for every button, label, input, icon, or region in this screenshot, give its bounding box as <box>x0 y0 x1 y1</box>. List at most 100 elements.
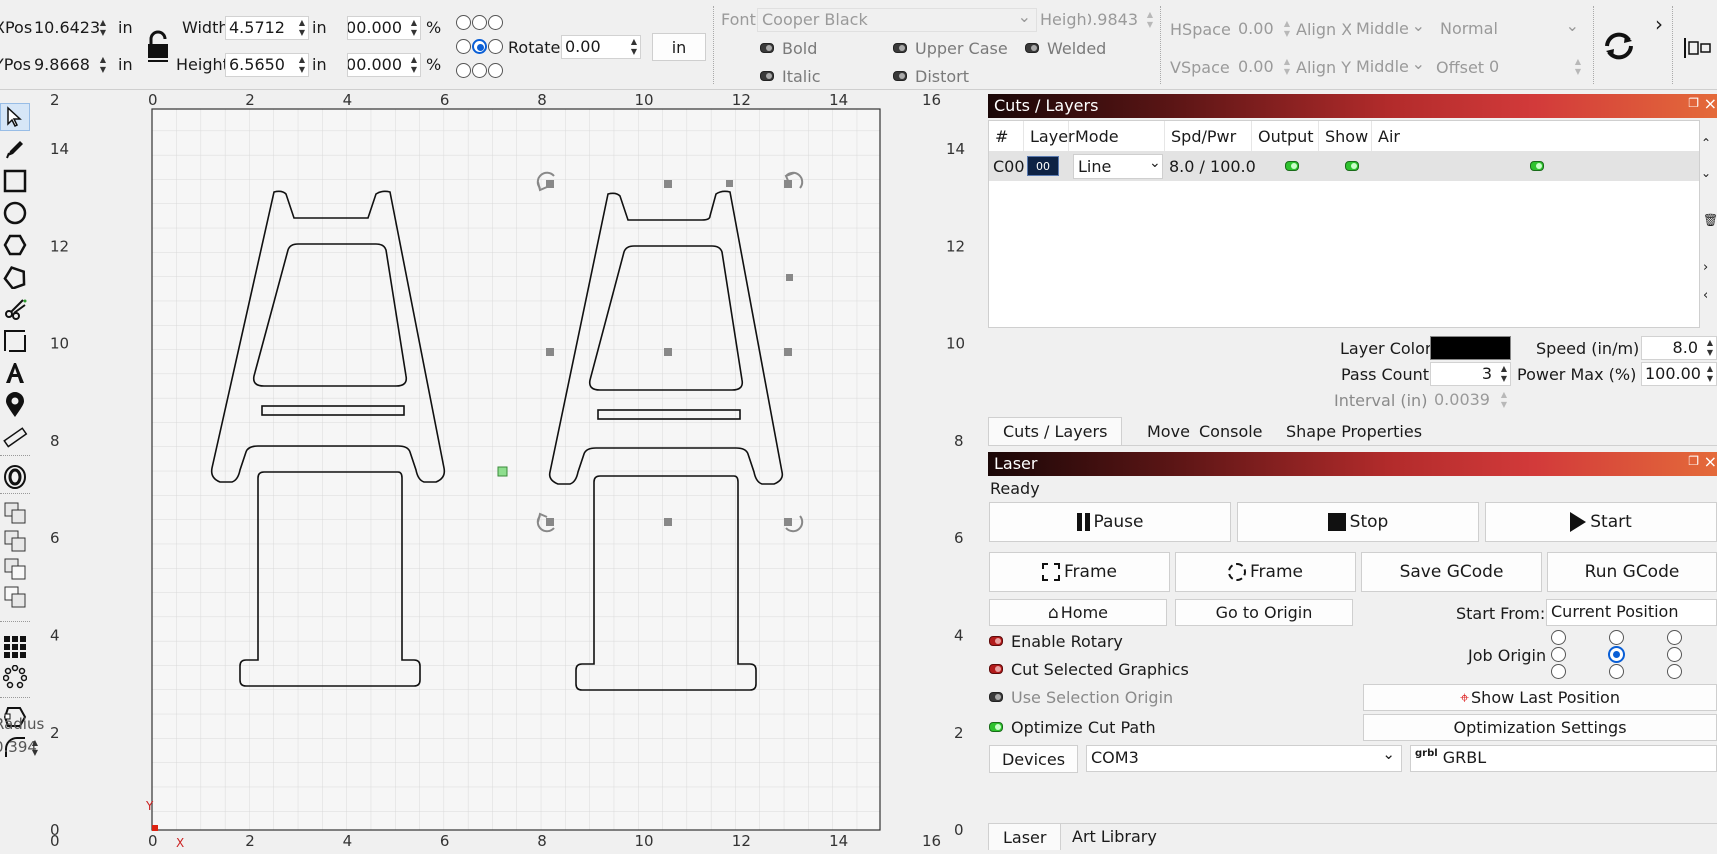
handle-top-center[interactable] <box>664 180 672 188</box>
job-origin-mc[interactable] <box>1608 646 1625 663</box>
pen-tool-icon[interactable] <box>0 135 30 163</box>
lock-icon[interactable] <box>145 30 171 64</box>
enable-rotary-toggle[interactable] <box>989 636 1003 646</box>
offset-input[interactable]: 0 <box>1485 55 1585 79</box>
welded-toggle[interactable] <box>1025 43 1039 53</box>
job-origin-bl[interactable] <box>1551 664 1566 679</box>
scale-width-input[interactable]: 100.000 <box>347 16 421 40</box>
pause-button[interactable]: Pause <box>989 502 1231 542</box>
use-selection-origin-toggle[interactable] <box>989 692 1003 702</box>
pass-count-input[interactable]: 3 <box>1430 362 1511 386</box>
anchor-bottom-left[interactable] <box>456 63 471 78</box>
scale-height-input[interactable]: 100.000 <box>347 53 421 77</box>
save-gcode-button[interactable]: Save GCode <box>1361 552 1542 592</box>
offset-shapes-icon[interactable] <box>0 463 30 491</box>
unit-toggle-button[interactable]: in <box>652 33 706 61</box>
handle-bottom-left[interactable] <box>546 518 554 526</box>
circular-array-icon[interactable] <box>0 663 30 691</box>
cut-selected-toggle[interactable] <box>989 664 1003 674</box>
design-canvas[interactable]: 0 2 4 6 8 10 12 14 2 16 0 2 4 6 8 10 12 14 0 16 14 12 10 8 6 4 2 0 1… <box>46 90 982 850</box>
job-origin-tr[interactable] <box>1667 630 1682 645</box>
handle-middle-left[interactable] <box>546 348 554 356</box>
go-to-origin-button[interactable]: Go to Origin <box>1175 599 1353 626</box>
italic-toggle[interactable] <box>760 71 774 81</box>
workspace-svg[interactable]: 0 2 4 6 8 10 12 14 2 16 0 2 4 6 8 10 12 14 0 16 14 12 10 8 6 4 2 0 1… <box>46 90 982 850</box>
expand-right-icon[interactable]: › <box>1703 260 1708 275</box>
scissors-tool-icon[interactable] <box>0 295 30 323</box>
speed-input[interactable]: 8.0 <box>1641 336 1717 360</box>
start-button[interactable]: Start <box>1485 502 1717 542</box>
handle-top-extra[interactable] <box>726 180 733 187</box>
boolean-intersect-icon[interactable] <box>0 583 30 611</box>
run-gcode-button[interactable]: Run GCode <box>1547 552 1717 592</box>
rectangle-tool-icon[interactable] <box>0 167 30 195</box>
xpos-input[interactable]: 10.6423 <box>30 16 110 40</box>
pentagon-tool-icon[interactable] <box>0 263 30 291</box>
devices-button[interactable]: Devices <box>989 745 1078 773</box>
show-toggle[interactable] <box>1345 161 1359 171</box>
expand-left-icon[interactable]: ‹ <box>1703 288 1708 303</box>
frame-rect-button[interactable]: Frame <box>989 552 1170 592</box>
rotate-input[interactable]: 0.00 <box>561 35 641 59</box>
handle-bottom-right[interactable] <box>784 518 792 526</box>
select-tool-icon[interactable] <box>0 103 30 131</box>
align-x-select[interactable]: Middle <box>1351 17 1431 41</box>
anchor-top-left[interactable] <box>456 15 471 30</box>
frame-circle-button[interactable]: Frame <box>1175 552 1356 592</box>
bold-toggle[interactable] <box>760 43 774 53</box>
power-max-input[interactable]: 100.00 <box>1641 362 1717 386</box>
ypos-input[interactable]: 9.8668 <box>30 53 110 77</box>
controller-select[interactable]: grbl GRBL <box>1410 745 1717 772</box>
hspace-input[interactable]: 0.00 <box>1234 17 1294 41</box>
boolean-subtract-icon[interactable] <box>0 555 30 583</box>
layer-color-chip[interactable]: 00 <box>1027 156 1059 176</box>
close-panel-icon[interactable]: × <box>1704 452 1717 471</box>
polygon-tool-icon[interactable] <box>0 231 30 259</box>
home-button[interactable]: ⌂ Home <box>989 599 1167 626</box>
boolean-union-icon[interactable] <box>0 527 30 555</box>
align-y-select[interactable]: Middle <box>1351 55 1431 79</box>
grid-array-icon[interactable] <box>0 633 30 661</box>
close-panel-icon[interactable]: × <box>1704 94 1717 113</box>
delete-layer-icon[interactable]: 🗑 <box>1703 213 1717 227</box>
distort-toggle[interactable] <box>893 71 907 81</box>
align-tools-icon[interactable] <box>1682 36 1712 60</box>
handle-right-upper[interactable] <box>786 274 793 281</box>
anchor-middle-left[interactable] <box>456 39 471 54</box>
anchor-bottom-center[interactable] <box>472 63 487 78</box>
ellipse-tool-icon[interactable] <box>0 199 30 227</box>
job-origin-tl[interactable] <box>1551 630 1566 645</box>
tab-laser[interactable]: Laser <box>988 823 1062 850</box>
measure-tool-icon[interactable] <box>0 423 30 451</box>
upper-case-toggle[interactable] <box>893 43 907 53</box>
float-panel-icon[interactable]: ❐ <box>1688 96 1699 110</box>
handle-center[interactable] <box>664 348 672 356</box>
move-layer-down-icon[interactable]: ⌄ <box>1701 166 1711 180</box>
radius-input[interactable]: 0.394 <box>0 736 42 760</box>
height-input[interactable]: 6.5650 <box>225 53 309 77</box>
job-origin-bc[interactable] <box>1609 664 1624 679</box>
float-panel-icon[interactable]: ❐ <box>1688 454 1699 468</box>
apply-refresh-icon[interactable] <box>1601 30 1637 62</box>
move-layer-up-icon[interactable]: ⌃ <box>1701 136 1711 150</box>
handle-bottom-center[interactable] <box>664 518 672 526</box>
anchor-top-center[interactable] <box>472 15 487 30</box>
weld-icon[interactable] <box>0 499 30 527</box>
handle-middle-right[interactable] <box>784 348 792 356</box>
tab-art-library[interactable]: Art Library <box>1058 823 1171 850</box>
show-last-position-button[interactable]: ⌖ Show Last Position <box>1363 684 1717 711</box>
optimize-cut-path-toggle[interactable] <box>989 722 1003 732</box>
job-origin-tc[interactable] <box>1609 630 1624 645</box>
tab-console[interactable]: Console <box>1185 417 1277 445</box>
width-input[interactable]: 4.5712 <box>225 16 309 40</box>
output-toggle[interactable] <box>1285 161 1299 171</box>
tab-cuts-layers[interactable]: Cuts / Layers <box>988 417 1123 445</box>
vspace-input[interactable]: 0.00 <box>1234 55 1294 79</box>
air-toggle[interactable] <box>1530 161 1544 171</box>
handle-top-left[interactable] <box>546 180 554 188</box>
anchor-top-right[interactable] <box>488 15 503 30</box>
optimization-settings-button[interactable]: Optimization Settings <box>1363 714 1717 741</box>
port-select[interactable]: COM3 ⌄ <box>1086 745 1402 772</box>
anchor-middle-center[interactable] <box>472 39 487 54</box>
text-tool-icon[interactable] <box>0 359 30 387</box>
